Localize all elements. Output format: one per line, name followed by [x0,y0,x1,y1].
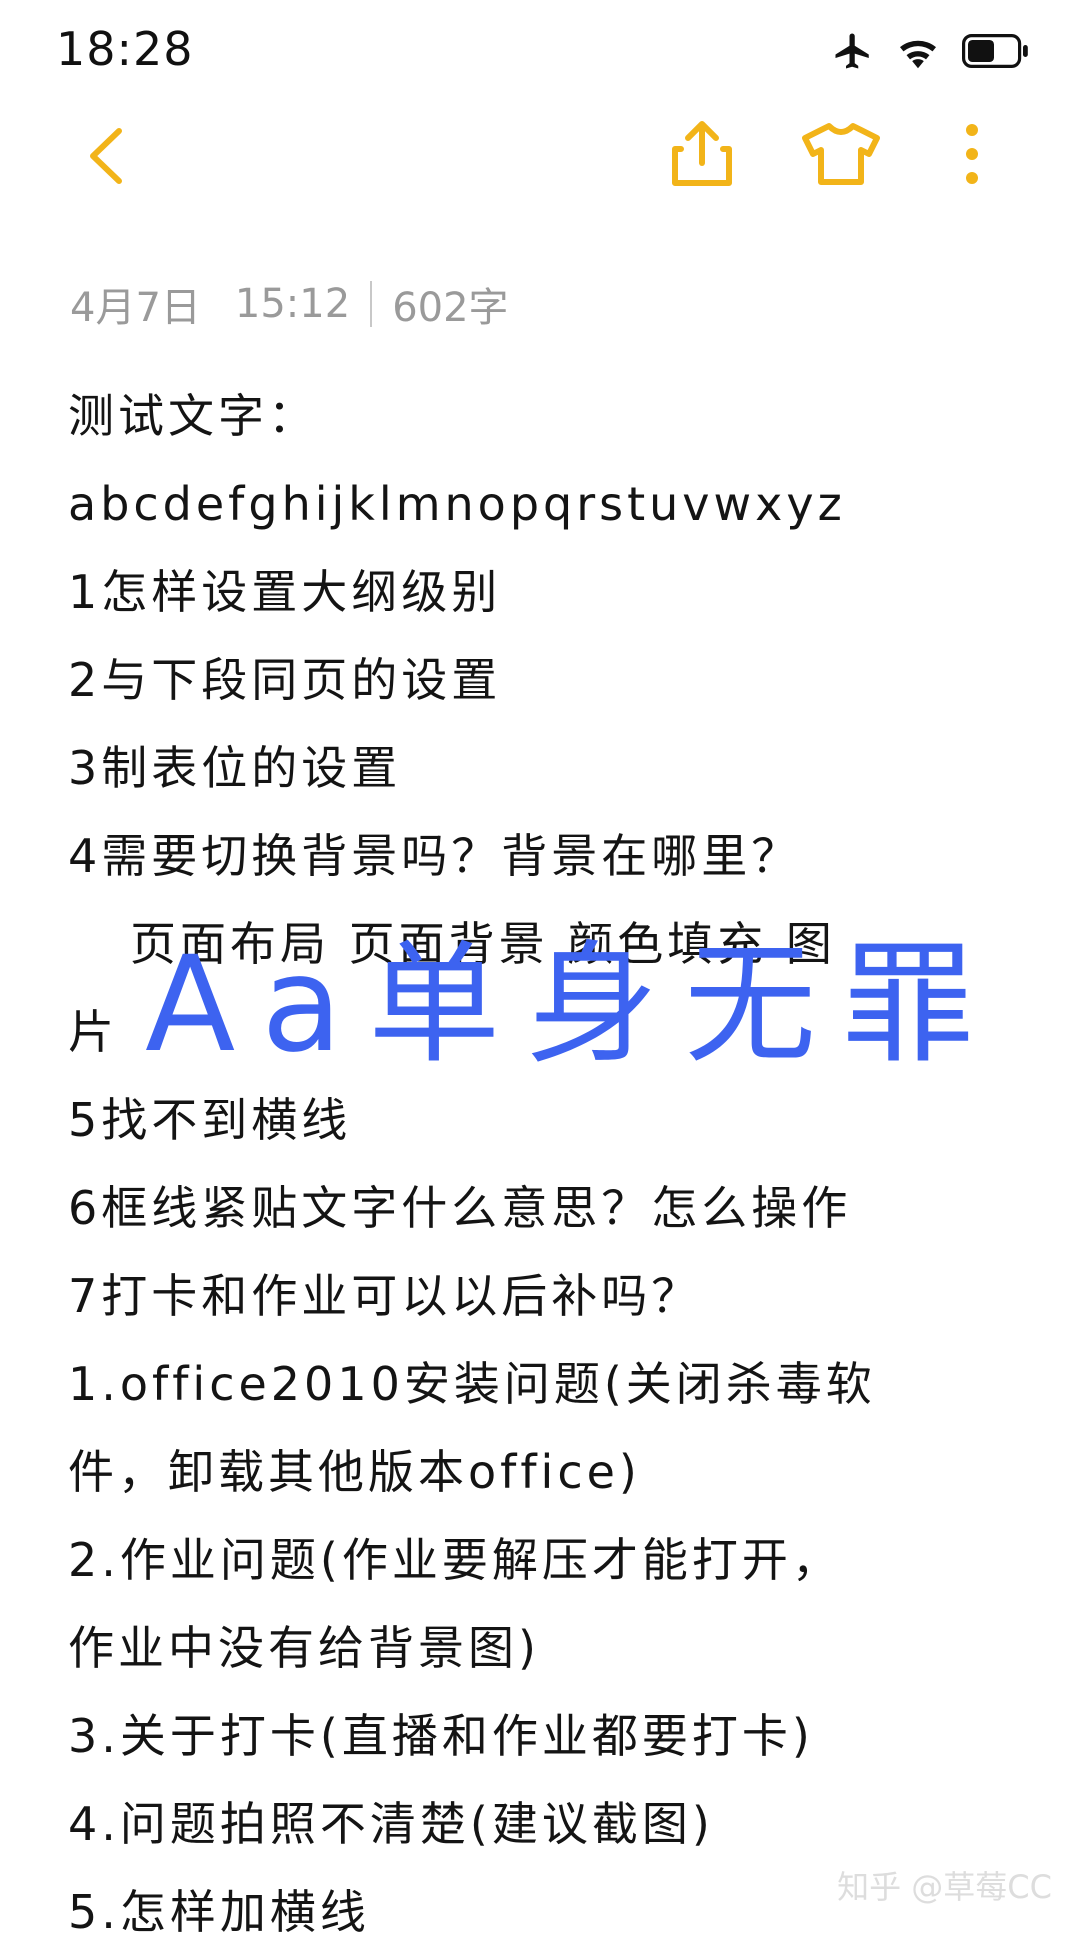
note-line: 3制表位的设置 [68,741,402,795]
note-date: 4月7日 [70,285,201,331]
status-icons [832,30,1030,72]
tshirt-icon [802,123,880,185]
note-line: 7打卡和作业可以以后补吗？ [68,1269,702,1323]
note-line: 3.关于打卡(直播和作业都要打卡) [68,1709,814,1763]
note-meta: 4月7日 15:12 602字 [70,275,509,333]
back-button[interactable] [70,116,140,196]
share-button[interactable] [660,112,744,196]
font-preview-overlay: Aa单身无罪 [145,928,1001,1082]
note-line: 2与下段同页的设置 [68,653,502,707]
watermark: 知乎 @草莓CC [837,1868,1052,1906]
theme-button[interactable] [795,112,887,196]
more-button[interactable] [950,112,994,196]
more-icon [966,124,978,184]
note-word-count: 602字 [392,285,509,331]
status-bar: 18:28 [0,0,1080,100]
note-time: 15:12 [234,281,351,327]
note-line: 件，卸载其他版本office) [68,1445,641,1499]
note-line: 作业中没有给背景图) [68,1621,540,1675]
wifi-icon [900,40,936,69]
note-line: 1.office2010安装问题(关闭杀毒软 [68,1357,876,1411]
note-body[interactable]: 测试文字： abcdefghijklmnopqrstuvwxyz 1怎样设置大纲… [68,372,1028,1956]
note-line: 5找不到横线 [68,1093,352,1147]
share-icon [672,121,732,186]
back-icon [90,128,122,184]
note-line: 2.作业问题(作业要解压才能打开， [68,1533,842,1587]
note-line: abcdefghijklmnopqrstuvwxyz [68,477,846,531]
status-time: 18:28 [56,22,194,76]
note-line: 4.问题拍照不清楚(建议截图) [68,1797,714,1851]
note-line: 6框线紧贴文字什么意思？怎么操作 [68,1181,852,1235]
note-line: 测试文字： [68,389,318,443]
battery-icon [962,34,1028,68]
meta-divider [370,281,373,327]
airplane-icon [835,33,869,69]
note-line: 4需要切换背景吗？背景在哪里？ [68,829,802,883]
note-line: 1怎样设置大纲级别 [68,565,502,619]
note-toolbar [0,100,1080,210]
